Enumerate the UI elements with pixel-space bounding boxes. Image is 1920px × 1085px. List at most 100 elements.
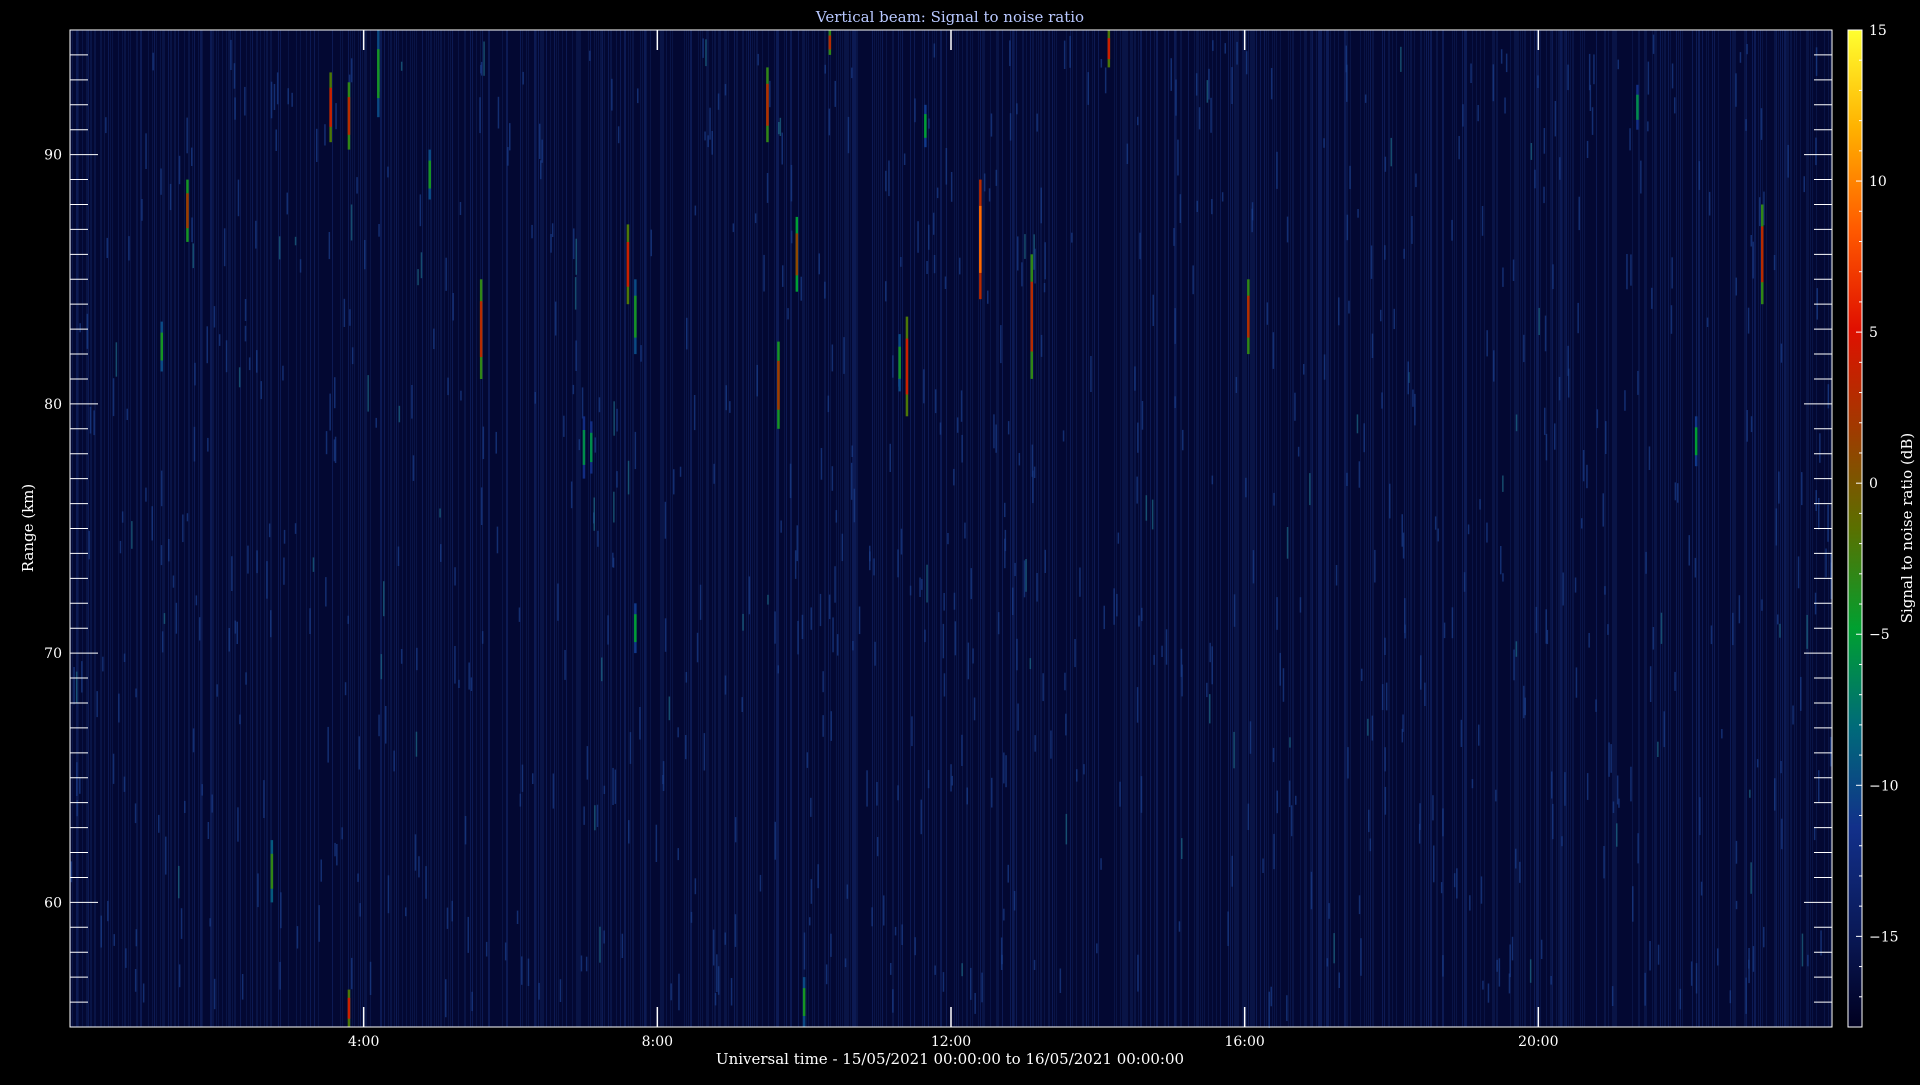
noise-streak (100, 915, 102, 948)
noise-streak (141, 199, 143, 221)
noise-streak (1059, 968, 1062, 993)
noise-column (1800, 30, 1801, 1027)
noise-column (902, 30, 903, 1027)
noise-streak (1596, 409, 1599, 429)
noise-column (1570, 30, 1571, 1027)
noise-streak (1792, 705, 1794, 725)
noise-streak (1708, 191, 1711, 216)
noise-streak (1508, 973, 1511, 994)
noise-column (980, 30, 981, 1027)
noise-streak (871, 907, 873, 927)
noise-column (1656, 30, 1657, 1027)
noise-streak (1562, 572, 1564, 606)
noise-streak (1747, 307, 1750, 334)
noise-column (1134, 30, 1136, 1027)
noise-streak (1509, 944, 1511, 978)
noise-streak (1608, 742, 1610, 777)
noise-column (1702, 30, 1703, 1027)
noise-streak (1550, 976, 1552, 985)
noise-streak (1040, 187, 1042, 224)
echo-event-core (479, 301, 483, 357)
noise-streak (1551, 771, 1553, 799)
noise-streak (934, 965, 936, 975)
noise-column (1040, 30, 1042, 1027)
noise-streak (1471, 779, 1474, 789)
echo-event (634, 603, 637, 654)
noise-streak (730, 978, 733, 1006)
noise-column (1682, 30, 1683, 1027)
noise-streak (1477, 105, 1479, 122)
noise-column (958, 30, 959, 1027)
noise-streak (1543, 186, 1545, 204)
noise-streak (1699, 797, 1701, 836)
noise-streak (712, 929, 715, 966)
echo-event-core (329, 87, 332, 127)
noise-streak (1152, 294, 1154, 326)
noise-column (218, 30, 219, 1027)
echo-event-core (795, 233, 799, 276)
noise-streak (713, 463, 715, 484)
noise-column (892, 30, 894, 1027)
y-tick-label: 60 (44, 895, 62, 911)
echo-event-core (1694, 427, 1698, 456)
noise-column (1338, 30, 1339, 1027)
noise-streak (1407, 361, 1409, 395)
noise-column (1292, 30, 1294, 1027)
noise-column (314, 30, 315, 1027)
noise-column (932, 30, 933, 1027)
noise-streak (458, 679, 460, 688)
noise-column (1116, 30, 1117, 1027)
noise-column (726, 30, 727, 1027)
echo-event-core (270, 853, 274, 889)
noise-streak (640, 345, 642, 362)
echo-event (924, 104, 927, 148)
colorbar-tick-label: 5 (1869, 325, 1878, 341)
noise-streak (152, 52, 154, 71)
noise-streak (1198, 107, 1201, 130)
colorbar-tick-label: 15 (1869, 23, 1887, 39)
noise-streak (928, 118, 930, 129)
noise-streak (944, 276, 947, 289)
noise-streak (1032, 470, 1034, 504)
noise-column (1300, 30, 1301, 1027)
noise-streak (707, 135, 709, 148)
x-axis-label: Universal time - 15/05/2021 00:00:00 to … (716, 1050, 1184, 1068)
noise-streak (385, 706, 387, 744)
noise-streak (540, 160, 542, 180)
noise-streak (119, 540, 122, 554)
noise-column (534, 30, 536, 1027)
x-tick-label: 16:00 (1224, 1034, 1264, 1050)
colorbar-gradient (1847, 29, 1863, 1028)
noise-column (1346, 30, 1348, 1027)
noise-column (1778, 30, 1779, 1027)
noise-column (1522, 30, 1523, 1027)
noise-streak (598, 397, 601, 413)
noise-streak (1126, 143, 1129, 164)
noise-streak (1065, 713, 1067, 736)
noise-column (1410, 30, 1412, 1027)
noise-streak (1276, 597, 1278, 630)
noise-streak (1674, 482, 1677, 501)
noise-streak (594, 805, 596, 831)
noise-column (856, 30, 858, 1027)
noise-streak (1414, 393, 1416, 426)
noise-column (1808, 30, 1809, 1027)
noise-streak (575, 238, 577, 275)
noise-streak (447, 377, 449, 396)
noise-streak (1276, 151, 1278, 189)
noise-streak (211, 794, 213, 813)
noise-column (1734, 30, 1736, 1027)
noise-column (1494, 30, 1495, 1027)
noise-column (488, 30, 490, 1027)
noise-streak (1136, 476, 1138, 504)
noise-streak (335, 103, 337, 130)
noise-streak (1591, 107, 1594, 135)
noise-streak (1251, 208, 1253, 233)
noise-streak (1637, 370, 1639, 395)
echo-event (1761, 204, 1764, 305)
noise-streak (1005, 755, 1007, 788)
noise-column (1612, 30, 1614, 1027)
noise-streak (1815, 47, 1818, 76)
noise-column (1246, 30, 1247, 1027)
noise-column (684, 30, 685, 1027)
